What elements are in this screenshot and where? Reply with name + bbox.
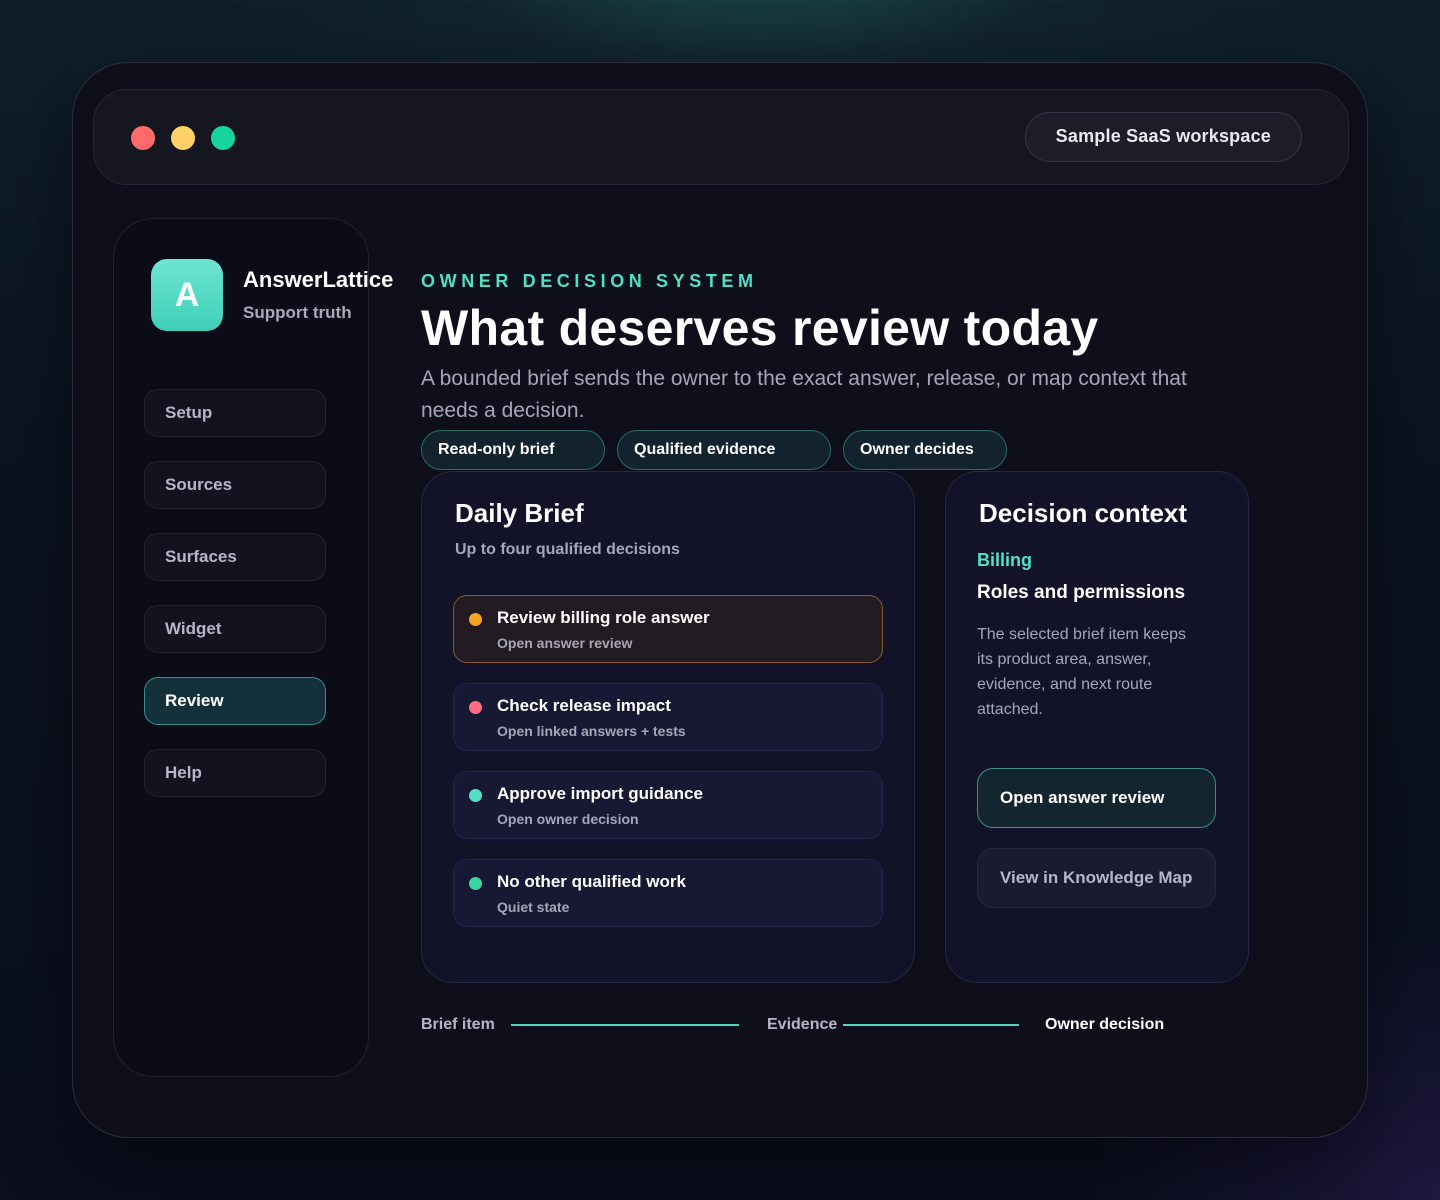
context-topic: Roles and permissions [977, 582, 1186, 603]
brand-name: AnswerLattice [243, 267, 394, 292]
brand-logo: A [151, 259, 223, 331]
app-window: Sample SaaS workspace A AnswerLattice Su… [72, 62, 1368, 1138]
context-description: The selected brief item keeps its produc… [977, 626, 1186, 718]
daily-brief-subtitle: Up to four qualified decisions [455, 541, 680, 558]
close-window-button[interactable] [131, 126, 155, 150]
brief-item-release-impact[interactable]: Check release impact Open linked answers… [453, 683, 883, 751]
status-dot-icon [469, 613, 482, 626]
chip-owner-decides: Owner decides [843, 430, 1007, 470]
brief-item-title: Review billing role answer [497, 608, 710, 627]
brief-item-import-guidance[interactable]: Approve import guidance Open owner decis… [453, 771, 883, 839]
brand-subtitle: Support truth [243, 303, 352, 322]
product-area-label: Billing [977, 550, 1032, 570]
chip-read-only-brief: Read-only brief [421, 430, 605, 470]
sidebar-item-review[interactable]: Review [144, 677, 326, 725]
brief-item-billing-role[interactable]: Review billing role answer Open answer r… [453, 595, 883, 663]
minimize-window-button[interactable] [171, 126, 195, 150]
open-answer-review-button[interactable]: Open answer review [977, 768, 1216, 828]
brief-item-meta: Open linked answers + tests [497, 723, 686, 739]
brief-item-meta: Open owner decision [497, 811, 639, 827]
brief-item-meta: Quiet state [497, 899, 570, 915]
sidebar-item-surfaces[interactable]: Surfaces [144, 533, 326, 581]
view-knowledge-map-button[interactable]: View in Knowledge Map [977, 848, 1216, 908]
sidebar-item-sources[interactable]: Sources [144, 461, 326, 509]
workspace-selector[interactable]: Sample SaaS workspace [1024, 112, 1302, 162]
section-eyebrow: OWNER DECISION SYSTEM [421, 271, 758, 291]
flow-step-owner-decision: Owner decision [1045, 1016, 1165, 1033]
maximize-window-button[interactable] [211, 126, 235, 150]
decision-context-card: Decision context Billing Roles and permi… [945, 471, 1249, 983]
status-dot-icon [469, 789, 482, 802]
flow-step-evidence: Evidence [767, 1016, 838, 1033]
flow-step-brief-item: Brief item [421, 1016, 495, 1033]
window-titlebar: Sample SaaS workspace [93, 89, 1349, 185]
brief-item-meta: Open answer review [497, 635, 633, 651]
brief-item-title: No other qualified work [497, 872, 686, 891]
page-subtitle: A bounded brief sends the owner to the e… [421, 367, 1187, 422]
flow-connector [843, 1024, 1019, 1026]
status-dot-icon [469, 701, 482, 714]
flow-connector [511, 1024, 739, 1026]
decision-context-title: Decision context [979, 498, 1188, 528]
status-dot-icon [469, 877, 482, 890]
brief-item-no-other-work[interactable]: No other qualified work Quiet state [453, 859, 883, 927]
sidebar-item-widget[interactable]: Widget [144, 605, 326, 653]
brief-item-title: Approve import guidance [497, 784, 703, 803]
page-title: What deserves review today [421, 300, 1099, 356]
sidebar-item-help[interactable]: Help [144, 749, 326, 797]
daily-brief-title: Daily Brief [455, 498, 584, 528]
sidebar: A AnswerLattice Support truth Setup Sour… [113, 218, 393, 1077]
sidebar-item-setup[interactable]: Setup [144, 389, 326, 437]
brief-item-title: Check release impact [497, 696, 671, 715]
daily-brief-card: Daily Brief Up to four qualified decisio… [421, 471, 915, 983]
chip-qualified-evidence: Qualified evidence [617, 430, 831, 470]
